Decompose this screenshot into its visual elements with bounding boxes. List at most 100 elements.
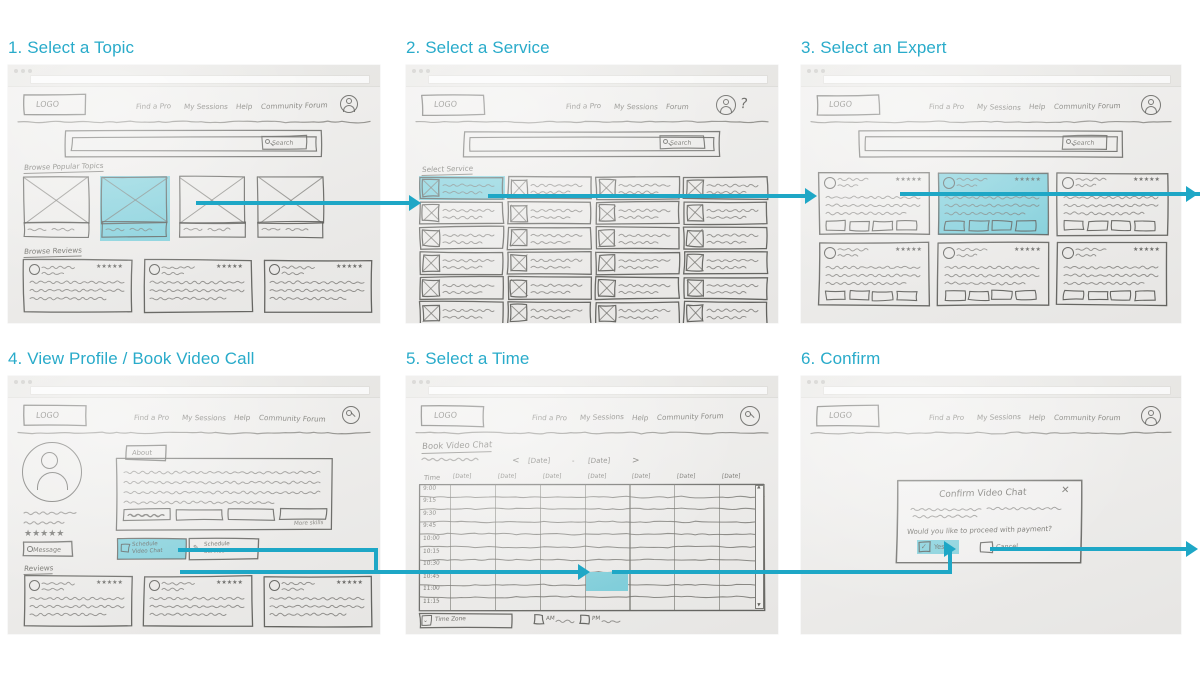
nav-item-community-forum[interactable]: Community Forum (258, 413, 326, 424)
service-thumb-icon (510, 254, 528, 272)
expert-tag-chip[interactable] (1110, 220, 1132, 232)
review-rating-stars: ★★★★★ (96, 264, 123, 270)
nav-item-help[interactable]: Help (233, 413, 250, 422)
browser-url-bar[interactable] (823, 386, 1171, 395)
footer-checkbox-0[interactable] (533, 613, 545, 625)
expert-tag-chip[interactable] (1063, 219, 1085, 231)
panel-2-title: 2. Select a Service (406, 38, 550, 57)
nav-item-find-a-pro[interactable]: Find a Pro (566, 101, 602, 111)
expert-tag-chip[interactable] (990, 289, 1013, 300)
expert-tag-chip[interactable] (895, 220, 917, 231)
review-body-line (269, 596, 365, 601)
caret-down-icon[interactable]: ▼ (756, 603, 760, 608)
service-thumb-icon (509, 278, 529, 298)
skill-chip-3[interactable] (278, 507, 328, 521)
skill-chip-2[interactable] (227, 508, 276, 521)
expert-tag-chip[interactable] (824, 290, 846, 301)
nav-item-find-a-pro[interactable]: Find a Pro (134, 413, 170, 422)
time-grid-row-line (419, 544, 765, 551)
checkmark-icon: ✓ (920, 542, 928, 551)
arrow-1-to-2-head (409, 195, 421, 211)
nav-item-my-sessions[interactable]: My Sessions (184, 102, 229, 111)
nav-item-my-sessions[interactable]: My Sessions (181, 413, 226, 422)
review-body-line (29, 604, 125, 609)
expert-tag-chip[interactable] (1014, 289, 1037, 301)
nav-item-find-a-pro[interactable]: Find a Pro (929, 102, 965, 111)
close-x-icon[interactable]: ✕ (1060, 485, 1070, 496)
review-rating-stars: ★★★★★ (216, 580, 243, 586)
review-body-line (269, 612, 347, 617)
expert-bio-line (944, 273, 1040, 278)
expert-tag-chip[interactable] (943, 220, 966, 232)
topic-tile-label (129, 227, 153, 232)
expert-tag-chip[interactable] (1062, 289, 1085, 301)
arrow-5-to-6-shaft (612, 570, 952, 574)
review-body-line (269, 288, 365, 293)
footer-checkbox-1[interactable] (579, 614, 590, 625)
chevron-right-icon[interactable]: > (631, 456, 640, 466)
browser-url-bar[interactable] (428, 386, 768, 395)
nav-item-my-sessions[interactable]: My Sessions (580, 412, 625, 422)
nav-item-my-sessions[interactable]: My Sessions (613, 102, 658, 111)
expert-tag-chip[interactable] (1133, 220, 1156, 232)
browse-popular-topics-heading: Browse Popular Topics (23, 160, 104, 175)
modal-subtext-line (912, 514, 978, 519)
nav-item-help[interactable]: Help (631, 413, 649, 422)
expert-bio-line (1063, 203, 1159, 208)
service-thumb-icon (421, 279, 441, 298)
nav-item-find-a-pro[interactable]: Find a Pro (531, 413, 567, 422)
nav-item-help[interactable]: Help (235, 102, 252, 111)
nav-item-find-a-pro[interactable]: Find a Pro (136, 101, 172, 111)
nav-item-help[interactable]: Help (1028, 102, 1045, 111)
expert-tag-chip[interactable] (871, 220, 894, 232)
expert-tag-chip[interactable] (1086, 220, 1109, 232)
about-body-line (123, 500, 275, 505)
expert-tag-chip[interactable] (825, 219, 846, 232)
question-mark-icon[interactable]: ? (739, 96, 749, 112)
browser-url-bar[interactable] (30, 386, 370, 395)
expert-tag-chip[interactable] (871, 291, 894, 302)
expert-tag-chip[interactable] (967, 219, 990, 232)
caret-up-icon[interactable]: ▲ (756, 485, 760, 490)
expert-tag-chip[interactable] (1014, 219, 1037, 232)
expert-avatar-icon (824, 247, 836, 259)
selected-time-slot[interactable] (585, 572, 629, 592)
service-thumb-icon (686, 279, 705, 298)
nav-item-help[interactable]: Help (1029, 413, 1046, 422)
nav-item-my-sessions[interactable]: My Sessions (976, 102, 1021, 112)
chevron-left-icon[interactable]: < (511, 456, 520, 466)
more-skills-link[interactable]: More skills (294, 520, 324, 527)
expert-tag-chip[interactable] (1087, 290, 1109, 301)
nav-item-community-forum[interactable]: Community Forum (260, 100, 327, 111)
nav-item-find-a-pro[interactable]: Find a Pro (929, 413, 965, 422)
time-grid-scrollbar[interactable] (755, 485, 764, 609)
nav-item-community-forum[interactable]: Community Forum (1053, 101, 1120, 111)
service-thumb-icon (422, 304, 441, 323)
panel-6-title: 6. Confirm (801, 349, 881, 368)
expert-title (837, 253, 859, 258)
expert-name (956, 177, 988, 182)
service-label-line (618, 290, 659, 295)
nav-item-forum[interactable]: Forum (665, 102, 689, 111)
browser-url-bar[interactable] (428, 75, 768, 84)
browser-url-bar[interactable] (30, 75, 370, 84)
expert-avatar-icon (824, 177, 836, 189)
nav-item-my-sessions[interactable]: My Sessions (977, 412, 1022, 422)
service-label-line (442, 215, 483, 220)
service-label-line (442, 183, 495, 188)
nav-item-community-forum[interactable]: Community Forum (656, 411, 723, 422)
expert-tag-chip[interactable] (991, 219, 1013, 231)
expert-tag-chip[interactable] (848, 289, 870, 301)
service-label-line (618, 183, 671, 188)
timezone-label: Time Zone (434, 616, 467, 624)
nav-item-community-forum[interactable]: Community Forum (1053, 413, 1121, 422)
expert-tag-chip[interactable] (895, 290, 918, 302)
skill-chip-1[interactable] (175, 509, 224, 521)
expert-tag-chip[interactable] (966, 290, 990, 302)
expert-tag-chip[interactable] (848, 220, 870, 232)
browser-chrome (801, 376, 1181, 398)
expert-tag-chip[interactable] (1109, 290, 1132, 301)
expert-tag-chip[interactable] (1133, 290, 1156, 302)
browser-url-bar[interactable] (823, 75, 1171, 84)
expert-tag-chip[interactable] (944, 290, 967, 302)
